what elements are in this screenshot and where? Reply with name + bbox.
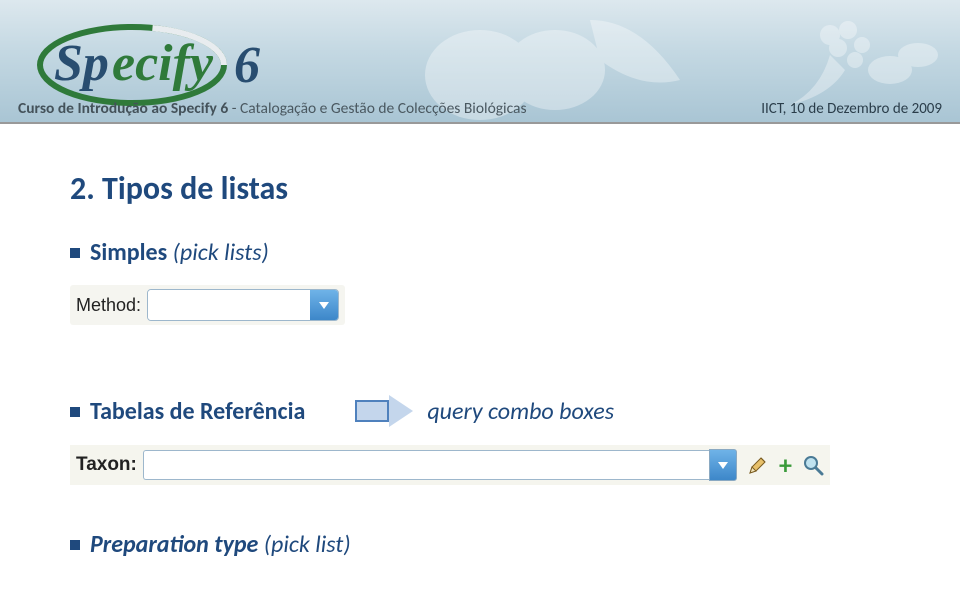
svg-text:ecify: ecify — [112, 35, 214, 92]
slide-content: 2. Tipos de listas Simples (pick lists) … — [0, 124, 960, 559]
method-input[interactable] — [148, 290, 310, 320]
subtitle-bar: Curso de Introdução ao Specify 6 - Catal… — [0, 96, 960, 122]
bullet-tabelas: Tabelas de Referência — [70, 397, 305, 426]
taxon-label: Taxon: — [76, 454, 137, 476]
bullet-prep-ital: (pick list) — [264, 530, 351, 559]
query-combo-label: query combo boxes — [427, 397, 614, 426]
bullet-preparation: Preparation type (pick list) — [70, 530, 890, 559]
arrow-icon — [355, 395, 413, 427]
bullet-tabelas-text: Tabelas de Referência — [90, 397, 305, 426]
plus-icon[interactable]: + — [779, 452, 792, 478]
bullet-simples-ital: (pick lists) — [173, 238, 269, 267]
section-title: 2. Tipos de listas — [70, 169, 890, 208]
svg-text:Sp: Sp — [54, 35, 109, 92]
dropdown-icon[interactable] — [310, 290, 338, 320]
specify-logo: Sp ecify 6 — [32, 10, 272, 110]
bullet-square-icon — [70, 248, 80, 258]
dropdown-icon[interactable] — [709, 449, 737, 481]
bullet-simples-bold: Simples — [90, 238, 167, 267]
bullet-simples: Simples (pick lists) — [70, 238, 890, 267]
bullet-square-icon — [70, 407, 80, 417]
bullet-prep-bold: Preparation type — [90, 530, 258, 559]
method-field-row: Method: — [70, 285, 345, 325]
taxon-input[interactable] — [143, 450, 709, 480]
svg-text:6: 6 — [234, 37, 260, 94]
header-banner: Sp ecify 6 Curso de Introdução ao Specif… — [0, 0, 960, 124]
pencil-icon[interactable] — [747, 454, 769, 476]
method-label: Method: — [76, 295, 141, 316]
subtitle-right: IICT, 10 de Dezembro de 2009 — [761, 96, 942, 122]
method-combo[interactable] — [147, 289, 339, 321]
taxon-field-row: Taxon: + — [70, 445, 830, 485]
magnifier-icon[interactable] — [802, 454, 824, 476]
subtitle-bold: Curso de Introdução ao Specify 6 — [18, 99, 228, 118]
bullet-square-icon — [70, 540, 80, 550]
subtitle-rest: - Catalogação e Gestão de Colecções Biol… — [228, 99, 526, 118]
